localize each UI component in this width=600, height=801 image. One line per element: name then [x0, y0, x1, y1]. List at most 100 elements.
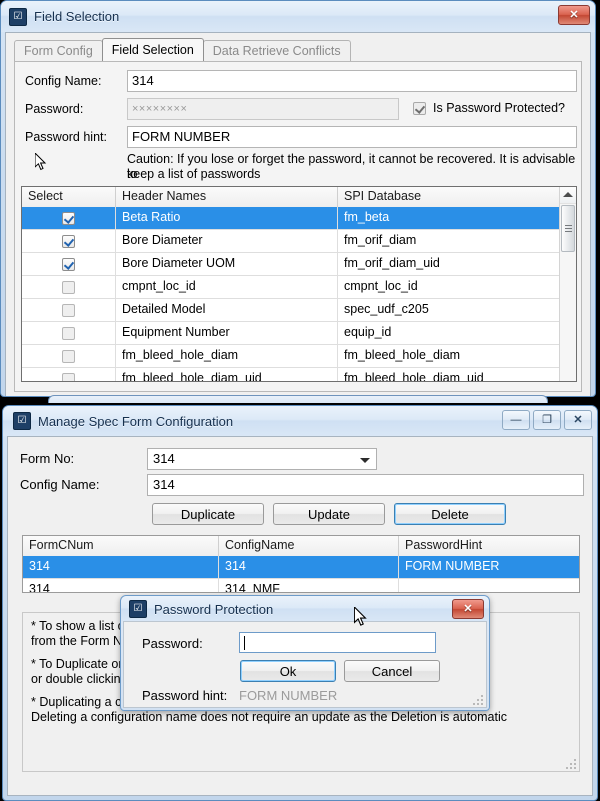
column-header-configname[interactable]: ConfigName — [219, 536, 399, 556]
maximize-icon[interactable]: ❐ — [533, 410, 561, 430]
row-header-name: Equipment Number — [116, 322, 338, 344]
grid-vertical-scrollbar[interactable] — [559, 187, 576, 381]
column-header-passwordhint[interactable]: PasswordHint — [399, 536, 579, 556]
config-name-row: Config Name: — [25, 74, 120, 88]
row-header-name: Beta Ratio — [116, 207, 338, 229]
close-icon[interactable]: ✕ — [564, 410, 592, 430]
row-select-cell[interactable] — [22, 207, 116, 229]
table-row[interactable]: 314 314_NMF — [23, 579, 579, 592]
config-name-label: Config Name: — [20, 477, 100, 492]
row-header-name: fm_bleed_hole_diam_uid — [116, 368, 338, 381]
config-grid[interactable]: FormCNum ConfigName PasswordHint 314 314… — [22, 535, 580, 593]
text-caret — [244, 636, 245, 650]
update-button[interactable]: Update — [273, 503, 385, 525]
form-no-label: Form No: — [20, 451, 75, 466]
column-header-spi-database[interactable]: SPI Database — [338, 187, 561, 207]
config-name-input[interactable]: 314 — [147, 474, 584, 496]
table-row[interactable]: Bore Diameter UOM fm_orif_diam_uid — [22, 253, 576, 276]
table-row[interactable]: Equipment Number equip_id — [22, 322, 576, 345]
tab-panel-field-selection: Config Name: 314 Password: ×××××××× Is P… — [14, 61, 582, 392]
titlebar-buttons: — ❐ ✕ — [502, 410, 592, 430]
form-no-row: Form No: — [20, 451, 74, 466]
window-password-protection[interactable]: ☑ Password Protection ✕ Password: Ok Can… — [120, 595, 490, 711]
resize-grip-icon[interactable] — [471, 693, 483, 705]
row-checkbox[interactable] — [62, 349, 75, 363]
window-background-sliver[interactable] — [48, 395, 548, 403]
resize-grip-icon[interactable] — [564, 757, 576, 769]
chevron-down-icon — [360, 458, 370, 463]
form-no-dropdown[interactable]: 314 — [147, 448, 377, 470]
config-name-row: Config Name: — [20, 477, 99, 492]
window-title: Field Selection — [34, 9, 120, 24]
table-row[interactable]: Detailed Model spec_udf_c205 — [22, 299, 576, 322]
tabstrip: Form Config Field Selection Data Retriev… — [14, 38, 351, 61]
password-input[interactable]: ×××××××× — [127, 98, 399, 120]
delete-button[interactable]: Delete — [394, 503, 506, 525]
password-hint-input[interactable]: FORM NUMBER — [127, 126, 577, 148]
password-dialog-client: Password: Ok Cancel Password hint: FORM … — [123, 621, 487, 708]
field-grid-header: Select Header Names SPI Database — [22, 187, 576, 207]
tab-field-selection[interactable]: Field Selection — [101, 38, 204, 61]
table-row[interactable]: Beta Ratio fm_beta — [22, 207, 576, 230]
titlebar-password[interactable]: ☑ Password Protection ✕ — [121, 596, 489, 622]
config-name-input[interactable]: 314 — [127, 70, 577, 92]
window-field-selection[interactable]: ☑ Field Selection ✕ Form Config Field Se… — [0, 0, 596, 397]
cell-passwordhint: FORM NUMBER — [405, 559, 500, 573]
row-checkbox[interactable] — [62, 303, 75, 317]
info-line-6: Deleting a configuration name does not r… — [31, 710, 507, 724]
column-header-header-names[interactable]: Header Names — [116, 187, 338, 207]
cancel-button[interactable]: Cancel — [344, 660, 440, 682]
window-title: Password Protection — [154, 601, 274, 617]
mouse-cursor — [35, 153, 47, 171]
column-header-formcnum[interactable]: FormCNum — [23, 536, 219, 556]
table-row[interactable]: Bore Diameter fm_orif_diam — [22, 230, 576, 253]
row-checkbox[interactable] — [62, 257, 75, 271]
titlebar-manage[interactable]: ☑ Manage Spec Form Configuration — ❐ ✕ — [3, 406, 597, 436]
row-select-cell[interactable] — [22, 276, 116, 298]
cell-passwordhint — [399, 579, 579, 592]
ok-button[interactable]: Ok — [240, 660, 336, 682]
close-icon[interactable]: ✕ — [558, 5, 590, 25]
password-input[interactable] — [239, 632, 436, 653]
row-header-name: cmpnt_loc_id — [116, 276, 338, 298]
row-checkbox[interactable] — [62, 280, 75, 294]
table-row[interactable]: fm_bleed_hole_diam_uid fm_bleed_hole_dia… — [22, 368, 576, 382]
table-row[interactable]: 314 314 FORM NUMBER — [23, 556, 579, 579]
table-row[interactable]: cmpnt_loc_id cmpnt_loc_id — [22, 276, 576, 299]
row-checkbox[interactable] — [62, 211, 75, 225]
cell-configname: 314_NMF — [219, 579, 399, 592]
tab-data-retrieve-conflicts[interactable]: Data Retrieve Conflicts — [202, 40, 351, 61]
cell-formcnum: 314 — [23, 579, 219, 592]
row-select-cell[interactable] — [22, 322, 116, 344]
row-header-name: Bore Diameter UOM — [116, 253, 338, 275]
is-password-protected-checkbox[interactable] — [413, 101, 426, 115]
duplicate-button[interactable]: Duplicate — [152, 503, 264, 525]
minimize-icon[interactable]: — — [502, 410, 530, 430]
window-title: Manage Spec Form Configuration — [38, 413, 234, 429]
row-select-cell[interactable] — [22, 253, 116, 275]
row-spi-database: fm_bleed_hole_diam_uid — [344, 371, 484, 382]
scrollbar-thumb[interactable] — [561, 205, 575, 252]
scrollbar-grip-icon — [564, 223, 572, 234]
row-header-name: fm_bleed_hole_diam — [116, 345, 338, 367]
table-row[interactable]: fm_bleed_hole_diam fm_bleed_hole_diam — [22, 345, 576, 368]
row-select-cell[interactable] — [22, 368, 116, 381]
row-spi-database: fm_orif_diam — [344, 233, 417, 247]
row-checkbox[interactable] — [62, 372, 75, 381]
form-icon: ☑ — [13, 412, 31, 430]
titlebar-field-selection[interactable]: ☑ Field Selection ✕ — [1, 1, 595, 32]
scroll-up-arrow-icon[interactable] — [560, 187, 576, 204]
row-header-name: Detailed Model — [116, 299, 338, 321]
field-grid[interactable]: Select Header Names SPI Database Beta Ra… — [21, 186, 577, 382]
close-icon[interactable]: ✕ — [452, 599, 484, 619]
titlebar-buttons: ✕ — [452, 599, 484, 619]
action-button-row: Duplicate Update Delete — [152, 503, 506, 525]
row-select-cell[interactable] — [22, 230, 116, 252]
is-password-protected-row[interactable]: Is Password Protected? — [413, 101, 565, 115]
column-header-select[interactable]: Select — [22, 187, 116, 207]
row-checkbox[interactable] — [62, 234, 75, 248]
row-select-cell[interactable] — [22, 345, 116, 367]
tab-form-config[interactable]: Form Config — [14, 40, 103, 61]
row-checkbox[interactable] — [62, 326, 75, 340]
row-select-cell[interactable] — [22, 299, 116, 321]
